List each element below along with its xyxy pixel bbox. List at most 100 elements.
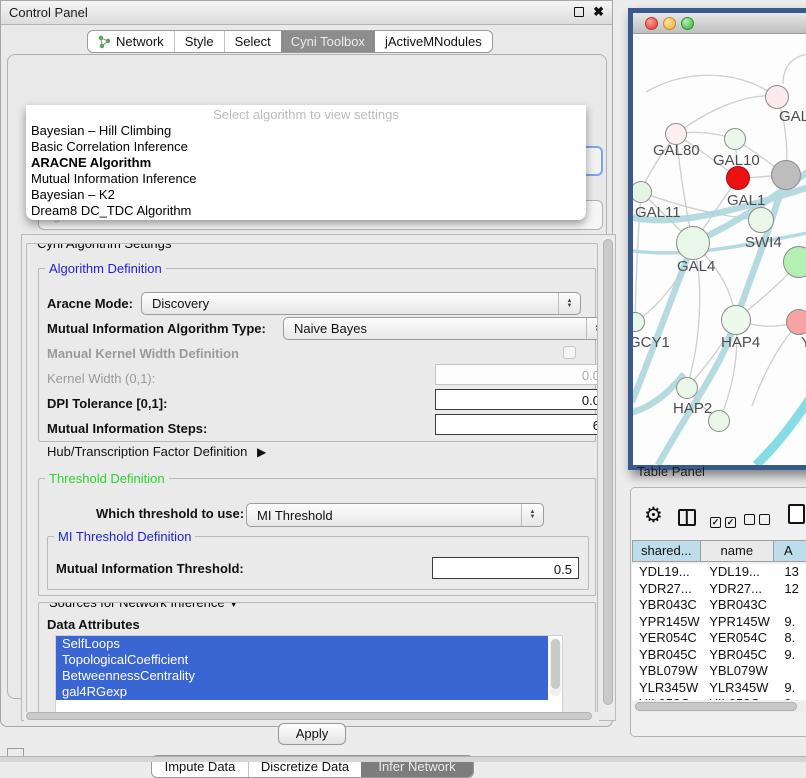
column-header-name[interactable]: name: [701, 540, 774, 562]
cell-shared-name: YBR045C: [632, 647, 702, 664]
settings-horizontal-scrollbar[interactable]: [24, 712, 599, 721]
control-panel-titlebar[interactable]: Control Panel ✖: [1, 1, 612, 25]
table-row[interactable]: YBR043C YBR043C: [632, 597, 806, 614]
cell-name: YDR27...: [702, 581, 777, 598]
list-scrollbar[interactable]: [550, 638, 561, 696]
settings-horizontal-scrollbar-thumb[interactable]: [26, 712, 592, 720]
hub-transcription-expander[interactable]: Hub/Transcription Factor Definition ▶: [47, 444, 266, 459]
dpi-tolerance-label: DPI Tolerance [0,1]:: [47, 396, 167, 411]
kernel-width-label: Kernel Width (0,1):: [47, 371, 155, 386]
close-icon[interactable]: ✖: [593, 4, 604, 20]
apply-button[interactable]: Apply: [278, 723, 346, 745]
settings-vertical-scrollbar-thumb[interactable]: [603, 239, 613, 705]
table-horizontal-scrollbar[interactable]: [634, 702, 806, 712]
data-attributes-label: Data Attributes: [47, 617, 140, 632]
node-salmon[interactable]: [786, 309, 806, 335]
node-swi4[interactable]: [748, 207, 774, 233]
dropdown-item[interactable]: Dream8 DC_TDC Algorithm: [26, 203, 586, 219]
cell-value: [777, 597, 806, 614]
node-label: SWI4: [745, 234, 782, 251]
tab-select[interactable]: Select: [224, 31, 281, 52]
node-hap2[interactable]: [676, 377, 698, 399]
mi-steps-field[interactable]: [435, 414, 598, 435]
cell-name: YDL19...: [702, 564, 777, 581]
tab-style[interactable]: Style: [174, 31, 224, 52]
table-row[interactable]: YDR27... YDR27... 12: [632, 581, 806, 598]
cell-value: 9: [777, 696, 806, 700]
cell-shared-name: YER054C: [632, 630, 702, 647]
dropdown-item[interactable]: Bayesian – Hill Climbing: [26, 123, 586, 139]
dropdown-item[interactable]: Bayesian – K2: [26, 187, 586, 203]
table-row[interactable]: YLR345W YLR345W 9.: [632, 680, 806, 697]
bottom-window-strip: [0, 756, 806, 762]
node-label: GAL4: [677, 258, 715, 275]
network-canvas[interactable]: GAL GAL80 GAL10 GAL1 GAL11 SWI4 GAL4 GCY…: [633, 34, 806, 465]
cell-value: 12: [777, 581, 806, 598]
manual-kernel-width-checkbox[interactable]: [563, 346, 576, 359]
table-row[interactable]: YER054C YER054C 8.: [632, 630, 806, 647]
cell-shared-name: YDR27...: [632, 581, 702, 598]
tab-network-label: Network: [116, 34, 164, 49]
node-label: GAL10: [713, 152, 760, 169]
settings-vertical-scrollbar[interactable]: [601, 237, 615, 712]
manual-kernel-width-label: Manual Kernel Width Definition: [47, 346, 239, 361]
checked-box-icon: ✓: [725, 517, 736, 528]
control-panel-window: Control Panel ✖ Network Style Select Cyn…: [0, 0, 613, 727]
table-row[interactable]: YBL079W YBL079W: [632, 663, 806, 680]
table-row[interactable]: YPR145W YPR145W 9.: [632, 614, 806, 631]
kernel-width-field[interactable]: [435, 364, 598, 385]
node-label: GAL: [779, 108, 806, 125]
list-item[interactable]: SelfLoops: [56, 636, 548, 652]
table-toolbar: ⚙ ✓✓: [631, 488, 806, 538]
network-tab-icon: [98, 35, 111, 49]
network-window-titlebar[interactable]: [633, 13, 806, 34]
list-item[interactable]: gal4RGexp: [56, 684, 548, 700]
cell-value: 8.: [777, 630, 806, 647]
minimize-traffic-light-icon[interactable]: [663, 17, 676, 30]
cell-shared-name: YDL19...: [632, 564, 702, 581]
node-gal1-red[interactable]: [726, 166, 750, 190]
column-browser-icon[interactable]: [678, 509, 696, 526]
float-window-icon[interactable]: [574, 7, 584, 17]
cell-shared-name: YLR345W: [632, 680, 702, 697]
table-horizontal-scrollbar-thumb[interactable]: [635, 702, 797, 711]
dpi-tolerance-field[interactable]: [435, 389, 598, 410]
table-row[interactable]: YBR045C YBR045C 9.: [632, 647, 806, 664]
mi-algorithm-type-combobox[interactable]: Naive Bayes ▲▼: [283, 317, 598, 340]
select-all-checks-icon[interactable]: ✓✓: [710, 512, 740, 530]
node-gal10[interactable]: [724, 128, 746, 150]
tab-jactivemnodules[interactable]: jActiveMNodules: [375, 31, 492, 52]
list-item[interactable]: TopologicalCoefficient: [56, 652, 548, 668]
tab-network[interactable]: Network: [88, 31, 174, 52]
dropdown-item[interactable]: Basic Correlation Inference: [26, 139, 586, 155]
node-gal-top[interactable]: [765, 85, 789, 109]
column-header-clipped[interactable]: A: [774, 540, 806, 562]
deselect-all-checks-icon[interactable]: [744, 512, 774, 530]
table-row[interactable]: YDL19... YDL19... 13: [632, 564, 806, 581]
which-threshold-combobox[interactable]: MI Threshold ▲▼: [246, 503, 544, 527]
gear-icon[interactable]: ⚙: [644, 503, 663, 528]
tab-cyni-toolbox[interactable]: Cyni Toolbox: [281, 31, 375, 52]
node-gray[interactable]: [771, 160, 801, 190]
column-header-shared[interactable]: shared...: [632, 540, 701, 562]
dropdown-item-highlighted[interactable]: ARACNE Algorithm: [26, 155, 586, 171]
node-label: GAL11: [635, 204, 681, 221]
node-gal4[interactable]: [676, 226, 710, 260]
node-hap4[interactable]: [721, 305, 751, 335]
cell-shared-name: YBL079W: [632, 663, 702, 680]
expander-expanded-icon[interactable]: ▼: [228, 602, 239, 610]
list-scrollbar-thumb[interactable]: [551, 639, 560, 689]
unchecked-box-icon: [744, 514, 755, 525]
close-traffic-light-icon[interactable]: [645, 17, 658, 30]
cell-name: YPR145W: [702, 614, 777, 631]
mi-steps-label: Mutual Information Steps:: [47, 421, 207, 436]
new-table-icon[interactable]: [788, 504, 805, 524]
which-threshold-value: MI Threshold: [247, 508, 521, 523]
aracne-mode-combobox[interactable]: Discovery ▲▼: [141, 292, 581, 315]
table-row[interactable]: YIL052C YIL052C 9: [632, 696, 806, 700]
zoom-traffic-light-icon[interactable]: [681, 17, 694, 30]
mi-threshold-field[interactable]: [432, 557, 579, 579]
dropdown-item[interactable]: Mutual Information Inference: [26, 171, 586, 187]
list-item[interactable]: BetweennessCentrality: [56, 668, 548, 684]
tab-jactivemnodules-label: jActiveMNodules: [385, 34, 482, 49]
